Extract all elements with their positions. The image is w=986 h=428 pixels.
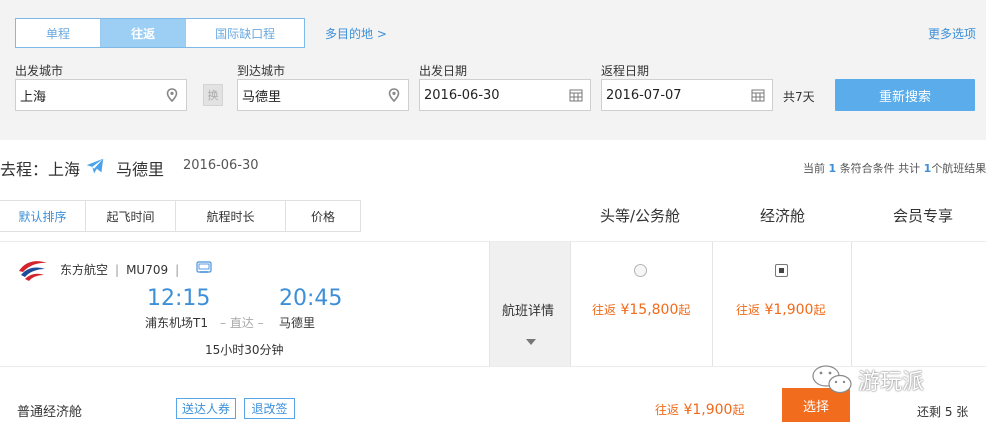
route-date: 2016-06-30	[183, 158, 259, 173]
select-button[interactable]: 选择	[782, 388, 850, 422]
fare-prefix: 往返	[655, 403, 680, 417]
flight-details-toggle[interactable]: 航班详情	[489, 242, 571, 366]
location-pin-icon	[166, 88, 178, 102]
cabin-option-row: 普通经济舱 送达人券 退改签 往返 ¥1,900起 选择 还剩 5 张	[0, 368, 986, 428]
departure-city-field[interactable]: 上海	[15, 79, 187, 111]
multi-destination-link[interactable]: 多目的地 >	[325, 25, 387, 42]
column-first-business: 头等/公务舱	[600, 207, 681, 225]
fare-suffix: 起	[813, 303, 826, 317]
departure-date-label: 出发日期	[419, 64, 468, 78]
calendar-icon	[751, 89, 765, 102]
fare-amount: ¥1,900	[764, 302, 814, 318]
route-origin: 去程：上海	[0, 160, 81, 179]
departure-time: 12:15	[147, 286, 211, 311]
separator: |	[115, 263, 120, 277]
tab-round-trip[interactable]: 往返	[101, 19, 187, 47]
location-pin-icon	[388, 88, 400, 102]
airline-name: 东方航空	[60, 263, 109, 277]
column-member-exclusive: 会员专享	[893, 207, 954, 225]
arrival-city-label: 到达城市	[237, 64, 286, 78]
search-panel: 单程 往返 国际缺口程 多目的地 > 更多选项 出发城市 上海 换 到达城市 马…	[0, 0, 986, 140]
first-class-fare-cell[interactable]: 往返 ¥15,800起	[572, 242, 712, 366]
more-options-link[interactable]: 更多选项	[928, 25, 976, 42]
arrival-city-value: 马德里	[242, 89, 282, 105]
return-date-label: 返程日期	[601, 64, 650, 78]
arrival-city-field[interactable]: 马德里	[237, 79, 409, 111]
column-economy: 经济舱	[760, 207, 806, 225]
first-class-price: 往返 ¥15,800起	[592, 301, 690, 318]
fare-suffix: 起	[732, 403, 745, 417]
arrival-time: 20:45	[279, 286, 343, 311]
summary-text: 个航班结果	[931, 162, 986, 175]
sort-bar: 默认排序 起飞时间 航程时长 价格	[0, 200, 361, 232]
flight-number[interactable]: MU709	[126, 263, 168, 277]
fare-amount: ¥15,800	[620, 302, 679, 318]
airplane-icon	[86, 158, 104, 174]
return-date-value: 2016-07-07	[606, 87, 682, 103]
fare-amount: ¥1,900	[683, 402, 733, 418]
departure-airport: 浦东机场T1	[145, 316, 208, 330]
sort-default-button[interactable]: 默认排序	[0, 200, 85, 232]
summary-count: 1	[828, 162, 837, 175]
sort-departure-time-button[interactable]: 起飞时间	[85, 200, 175, 232]
fare-prefix: 往返	[592, 303, 617, 317]
tab-open-jaw[interactable]: 国际缺口程	[186, 19, 304, 47]
fare-prefix: 往返	[736, 303, 761, 317]
separator: |	[175, 263, 180, 277]
search-again-button[interactable]: 重新搜索	[835, 79, 975, 111]
route-header: 去程：上海 马德里 2016-06-30 当前 1 条符合条件 共计 1个航班结…	[0, 152, 986, 180]
watermark-text: 游玩派	[858, 370, 925, 395]
swap-cities-button[interactable]: 换	[203, 84, 223, 106]
summary-text: 当前	[803, 162, 829, 175]
economy-fare-cell[interactable]: 往返 ¥1,900起	[712, 242, 852, 366]
departure-city-label: 出发城市	[15, 64, 64, 78]
flight-duration: 15小时30分钟	[205, 343, 284, 357]
direct-flight-label: – 直达 –	[220, 316, 264, 330]
flight-row: 东方航空 | MU709 | 12:15 20:45 浦东机场T1 – 直达 – 马德…	[0, 241, 986, 367]
delivery-voucher-tag[interactable]: 送达人券	[176, 398, 236, 419]
calendar-icon	[569, 89, 583, 102]
summary-text: 条符合条件 共计	[836, 162, 924, 175]
economy-price: 往返 ¥1,900起	[736, 301, 825, 318]
seats-remaining: 还剩 5 张	[917, 405, 969, 419]
departure-date-value: 2016-06-30	[424, 87, 500, 103]
cabin-price: 往返 ¥1,900起	[655, 401, 744, 418]
airline-info: 东方航空 | MU709 |	[60, 261, 186, 278]
sort-duration-button[interactable]: 航程时长	[175, 200, 285, 232]
economy-radio[interactable]	[775, 264, 788, 277]
departure-date-field[interactable]: 2016-06-30	[419, 79, 591, 111]
aircraft-type-icon[interactable]	[196, 261, 212, 274]
cabin-class-name: 普通经济舱	[17, 405, 83, 420]
fare-suffix: 起	[678, 303, 691, 317]
departure-city-value: 上海	[20, 89, 47, 105]
change-refund-tag[interactable]: 退改签	[244, 398, 295, 419]
tab-one-way[interactable]: 单程	[16, 19, 102, 47]
flight-details-label: 航班详情	[502, 304, 555, 319]
trip-length: 共7天	[783, 90, 815, 104]
arrival-airport: 马德里	[279, 316, 316, 330]
return-date-field[interactable]: 2016-07-07	[601, 79, 773, 111]
chevron-down-icon	[526, 339, 536, 345]
sort-price-button[interactable]: 价格	[285, 200, 361, 232]
trip-type-tabs: 单程 往返 国际缺口程	[15, 18, 305, 48]
result-summary: 当前 1 条符合条件 共计 1个航班结果	[803, 160, 986, 176]
china-eastern-logo-icon	[19, 261, 47, 281]
route-destination: 马德里	[116, 160, 165, 179]
first-class-radio[interactable]	[634, 264, 647, 277]
